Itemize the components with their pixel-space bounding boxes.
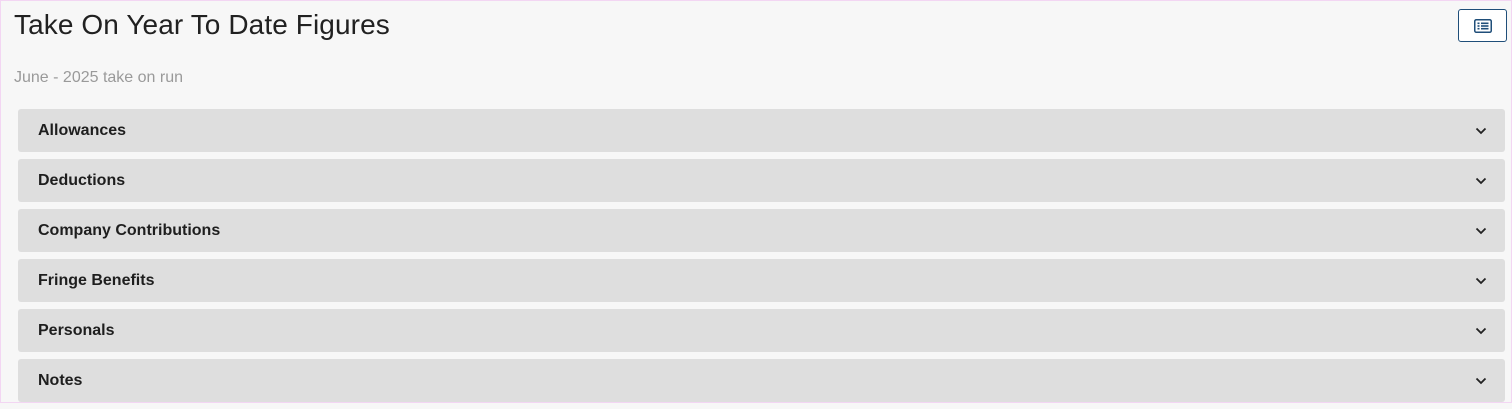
accordion-section-label: Fringe Benefits bbox=[38, 271, 155, 289]
chevron-down-icon[interactable] bbox=[1475, 325, 1487, 337]
list-view-button[interactable] bbox=[1458, 9, 1507, 42]
accordion-section-label: Allowances bbox=[38, 121, 127, 139]
page-subtitle: June - 2025 take on run bbox=[14, 69, 184, 86]
accordion-section-personals[interactable]: Personals bbox=[18, 309, 1505, 352]
accordion-section-label: Deductions bbox=[38, 171, 126, 189]
chevron-down-icon[interactable] bbox=[1475, 375, 1487, 387]
chevron-down-icon[interactable] bbox=[1475, 275, 1487, 287]
chevron-down-icon[interactable] bbox=[1475, 225, 1487, 237]
chevron-down-icon[interactable] bbox=[1475, 175, 1487, 187]
chevron-down-icon[interactable] bbox=[1475, 125, 1487, 137]
accordion-section-label: Company Contributions bbox=[38, 221, 221, 239]
accordion-section-label: Personals bbox=[38, 321, 115, 339]
accordion-section-fringe-benefits[interactable]: Fringe Benefits bbox=[18, 259, 1505, 302]
accordion-section-allowances[interactable]: Allowances bbox=[18, 109, 1505, 152]
accordion-section-deductions[interactable]: Deductions bbox=[18, 159, 1505, 202]
accordion-section-label: Notes bbox=[38, 371, 83, 389]
accordion-section-notes[interactable]: Notes bbox=[18, 359, 1505, 402]
accordion-section-company-contributions[interactable]: Company Contributions bbox=[18, 209, 1505, 252]
list-icon bbox=[1473, 18, 1492, 33]
page-title: Take On Year To Date Figures bbox=[14, 9, 390, 40]
accordion: Allowances Deductions Company Contributi… bbox=[18, 109, 1505, 409]
page-frame: Take On Year To Date Figures June - 2025… bbox=[0, 0, 1512, 403]
